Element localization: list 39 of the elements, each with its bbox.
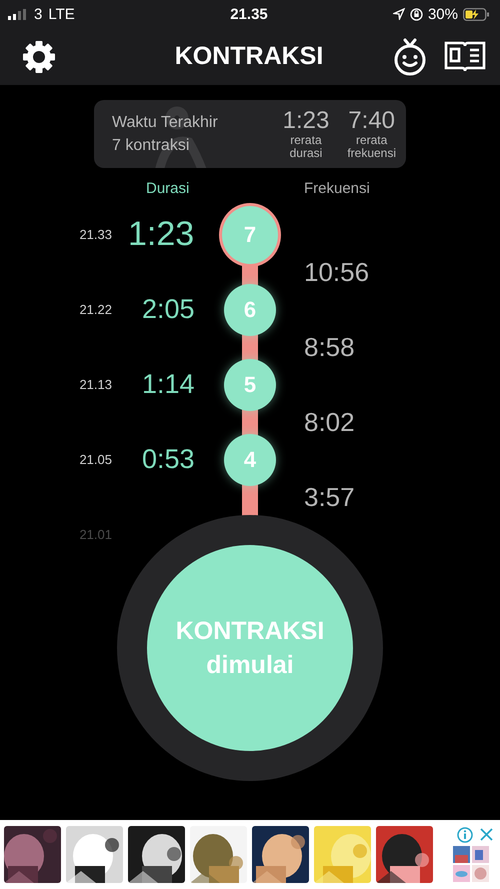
network-text: LTE xyxy=(48,6,75,22)
start-contraction-button[interactable]: KONTRAKSI dimulai xyxy=(117,515,383,781)
contraction-time: 21.01 xyxy=(78,527,112,542)
contraction-time: 21.22 xyxy=(78,302,112,317)
contraction-node[interactable]: 7 xyxy=(219,202,281,266)
column-header: Durasi xyxy=(145,180,190,197)
contraction-duration: 2:05 xyxy=(141,294,196,325)
contraction-duration: 0:53 xyxy=(141,444,196,475)
contraction-frequency: 8:58 xyxy=(303,332,356,362)
contraction-node[interactable]: 5 xyxy=(224,358,276,410)
stat-label: rerata frekuensi xyxy=(347,134,396,160)
battery-charging-icon xyxy=(462,8,490,20)
contraction-time: 21.05 xyxy=(78,452,112,467)
stat-value: 1:23 xyxy=(282,108,330,134)
column-header: Frekuensi xyxy=(303,180,371,197)
contraction-frequency: 8:02 xyxy=(303,406,356,438)
contraction-time: 21.33 xyxy=(78,227,112,242)
book-icon[interactable] xyxy=(444,40,486,74)
status-time: 21.35 xyxy=(230,6,268,22)
contraction-count: 7 kontraksi xyxy=(112,136,190,154)
summary-label: Waktu Terakhir xyxy=(112,114,219,132)
location-arrow-icon xyxy=(392,8,405,20)
settings-icon[interactable] xyxy=(22,40,56,74)
signal-icon xyxy=(8,8,28,20)
contraction-node[interactable]: 6 xyxy=(224,284,276,336)
stat-value: 7:40 xyxy=(348,108,396,134)
stat-label: rerata durasi xyxy=(290,134,322,160)
info-icon[interactable] xyxy=(457,827,473,843)
rotation-lock-icon xyxy=(410,8,423,20)
screen-title: KONTRAKSI xyxy=(174,42,324,71)
battery-percent: 30% xyxy=(428,6,458,22)
contraction-frequency: 3:57 xyxy=(303,482,356,512)
carrier-text: 3 xyxy=(34,6,42,22)
contraction-frequency: 10:56 xyxy=(303,256,370,288)
contraction-node[interactable]: 4 xyxy=(224,434,276,486)
contraction-duration: 1:23 xyxy=(127,215,196,254)
close-icon[interactable] xyxy=(479,827,494,842)
contraction-duration: 1:14 xyxy=(141,369,196,400)
contraction-time: 21.13 xyxy=(78,377,112,392)
